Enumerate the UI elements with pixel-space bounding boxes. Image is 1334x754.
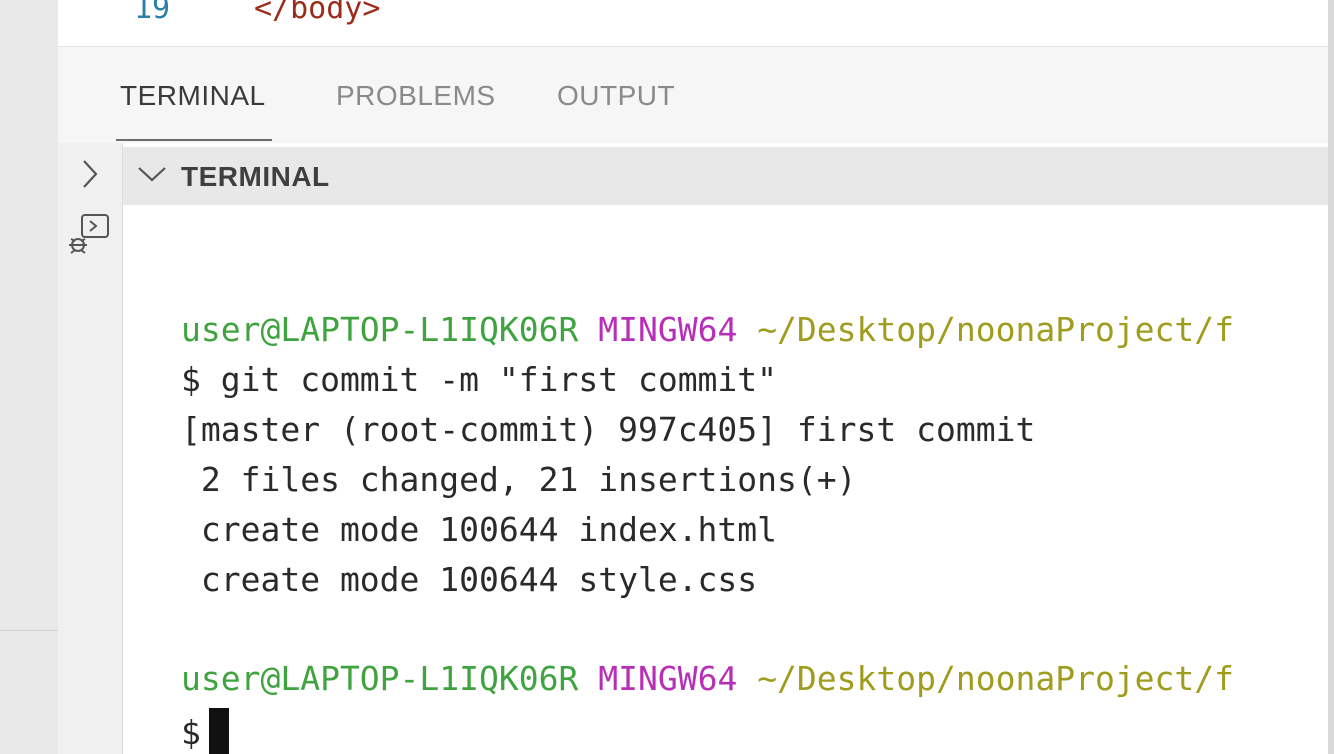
output-line: [master (root-commit) 997c405] first com… (181, 410, 1036, 449)
output-line: create mode 100644 index.html (181, 510, 778, 549)
command-line: $ git commit -m "first commit" (181, 360, 778, 399)
strip-divider (0, 630, 58, 631)
editor-area[interactable]: 19 </body> (58, 0, 1334, 47)
chevron-down-icon[interactable] (137, 164, 167, 189)
prompt-env: MINGW64 (598, 310, 738, 349)
tab-problems[interactable]: PROBLEMS (336, 80, 496, 112)
tab-terminal[interactable]: TERMINAL (120, 80, 266, 112)
chevron-right-icon[interactable] (80, 159, 100, 194)
activity-strip (0, 0, 58, 754)
prompt-env: MINGW64 (598, 659, 738, 698)
input-prompt: $ (181, 713, 201, 752)
panel-side-toolbar (58, 143, 123, 754)
line-number: 19 (134, 0, 171, 26)
panel-tab-bar: TERMINAL PROBLEMS OUTPUT (58, 47, 1334, 143)
active-tab-indicator (116, 139, 272, 141)
tab-output[interactable]: OUTPUT (557, 80, 675, 112)
terminal-scrollbar[interactable] (1328, 0, 1334, 754)
output-line: create mode 100644 style.css (181, 560, 758, 599)
terminal-section-header[interactable]: TERMINAL (123, 147, 1334, 205)
prompt-user: user@LAPTOP-L1IQK06R (181, 659, 579, 698)
input-line[interactable]: $ (181, 708, 229, 754)
prompt-line-2: user@LAPTOP-L1IQK06R MINGW64 ~/Desktop/n… (181, 659, 1234, 699)
terminal-header-title: TERMINAL (181, 161, 330, 192)
output-line: 2 files changed, 21 insertions(+) (181, 460, 857, 499)
prompt-path: ~/Desktop/noonaProject/f (757, 310, 1235, 349)
code-line[interactable]: </body> (254, 0, 380, 24)
prompt-user: user@LAPTOP-L1IQK06R (181, 310, 579, 349)
terminal-output[interactable]: user@LAPTOP-L1IQK06R MINGW64 ~/Desktop/n… (123, 205, 1334, 754)
prompt-path: ~/Desktop/noonaProject/f (757, 659, 1235, 698)
terminal-cursor (208, 708, 229, 754)
prompt-line-1: user@LAPTOP-L1IQK06R MINGW64 ~/Desktop/n… (181, 310, 1234, 350)
debug-console-icon[interactable] (66, 213, 112, 264)
